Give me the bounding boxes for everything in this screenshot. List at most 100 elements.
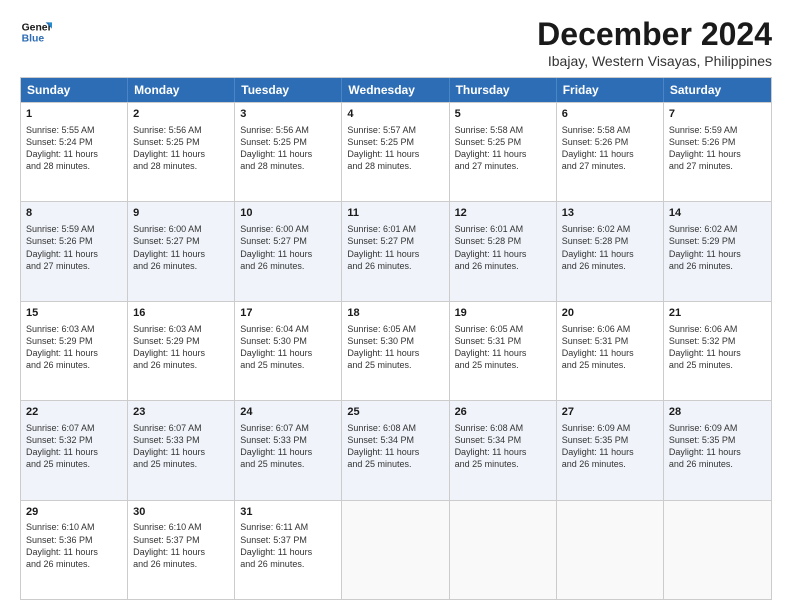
day-details: Sunrise: 6:09 AM Sunset: 5:35 PM Dayligh… [562,423,634,469]
day-number: 10 [240,206,336,221]
calendar-cell: 19Sunrise: 6:05 AM Sunset: 5:31 PM Dayli… [450,302,557,400]
calendar-cell: 30 Sunrise: 6:10 AM Sunset: 5:37 PM Dayli… [128,501,235,599]
day-details: Sunrise: 6:10 AM Sunset: 5:37 PM Dayligh… [133,522,205,568]
title-block: December 2024 Ibajay, Western Visayas, P… [537,16,772,69]
header: General Blue December 2024 Ibajay, Weste… [20,16,772,69]
day-details: Sunrise: 6:02 AM Sunset: 5:28 PM Dayligh… [562,224,634,270]
calendar-week-3: 15 Sunrise: 6:03 AM Sunset: 5:29 PM Dayli… [21,301,771,400]
day-number: 22 [26,405,122,420]
day-details: Sunrise: 5:59 AM Sunset: 5:26 PM Dayligh… [26,224,98,270]
subtitle: Ibajay, Western Visayas, Philippines [537,53,772,69]
calendar-cell: 14Sunrise: 6:02 AM Sunset: 5:29 PM Dayli… [664,202,771,300]
day-number: 24 [240,405,336,420]
day-details: Sunrise: 6:08 AM Sunset: 5:34 PM Dayligh… [455,423,527,469]
svg-text:Blue: Blue [22,34,45,45]
calendar-week-4: 22 Sunrise: 6:07 AM Sunset: 5:32 PM Dayli… [21,400,771,499]
day-details: Sunrise: 6:06 AM Sunset: 5:31 PM Dayligh… [562,324,634,370]
calendar-cell: 23 Sunrise: 6:07 AM Sunset: 5:33 PM Dayli… [128,401,235,499]
day-details: Sunrise: 6:00 AM Sunset: 5:27 PM Dayligh… [240,224,312,270]
day-details: Sunrise: 6:03 AM Sunset: 5:29 PM Dayligh… [26,324,98,370]
day-number: 27 [562,405,658,420]
day-number: 15 [26,306,122,321]
page: General Blue December 2024 Ibajay, Weste… [0,0,792,612]
calendar-cell: 9 Sunrise: 6:00 AM Sunset: 5:27 PM Daylig… [128,202,235,300]
day-details: Sunrise: 6:11 AM Sunset: 5:37 PM Dayligh… [240,522,312,568]
day-details: Sunrise: 6:07 AM Sunset: 5:33 PM Dayligh… [133,423,205,469]
day-details: Sunrise: 6:04 AM Sunset: 5:30 PM Dayligh… [240,324,312,370]
day-number: 23 [133,405,229,420]
day-number: 31 [240,505,336,520]
day-details: Sunrise: 6:01 AM Sunset: 5:27 PM Dayligh… [347,224,419,270]
calendar: SundayMondayTuesdayWednesdayThursdayFrid… [20,77,772,600]
calendar-week-5: 29 Sunrise: 6:10 AM Sunset: 5:36 PM Dayli… [21,500,771,599]
day-details: Sunrise: 6:10 AM Sunset: 5:36 PM Dayligh… [26,522,98,568]
main-title: December 2024 [537,16,772,53]
day-details: Sunrise: 6:06 AM Sunset: 5:32 PM Dayligh… [669,324,741,370]
header-day-friday: Friday [557,78,664,102]
day-number: 4 [347,107,443,122]
calendar-cell [450,501,557,599]
day-number: 11 [347,206,443,221]
calendar-cell: 6Sunrise: 5:58 AM Sunset: 5:26 PM Daylig… [557,103,664,201]
day-details: Sunrise: 6:03 AM Sunset: 5:29 PM Dayligh… [133,324,205,370]
calendar-cell: 21 Sunrise: 6:06 AM Sunset: 5:32 PM Dayli… [664,302,771,400]
calendar-cell: 16Sunrise: 6:03 AM Sunset: 5:29 PM Dayli… [128,302,235,400]
day-number: 29 [26,505,122,520]
calendar-cell: 31 Sunrise: 6:11 AM Sunset: 5:37 PM Dayli… [235,501,342,599]
calendar-cell: 17 Sunrise: 6:04 AM Sunset: 5:30 PM Dayli… [235,302,342,400]
calendar-cell [664,501,771,599]
day-number: 7 [669,107,766,122]
day-number: 14 [669,206,766,221]
general-blue-icon: General Blue [20,16,52,48]
day-details: Sunrise: 5:57 AM Sunset: 5:25 PM Dayligh… [347,125,419,171]
calendar-cell: 28 Sunrise: 6:09 AM Sunset: 5:35 PM Dayli… [664,401,771,499]
day-details: Sunrise: 6:07 AM Sunset: 5:32 PM Dayligh… [26,423,98,469]
calendar-cell: 15 Sunrise: 6:03 AM Sunset: 5:29 PM Dayli… [21,302,128,400]
day-details: Sunrise: 6:09 AM Sunset: 5:35 PM Dayligh… [669,423,741,469]
day-number: 21 [669,306,766,321]
day-number: 9 [133,206,229,221]
header-day-thursday: Thursday [450,78,557,102]
day-details: Sunrise: 6:00 AM Sunset: 5:27 PM Dayligh… [133,224,205,270]
day-details: Sunrise: 6:05 AM Sunset: 5:31 PM Dayligh… [455,324,527,370]
header-day-wednesday: Wednesday [342,78,449,102]
day-number: 5 [455,107,551,122]
day-details: Sunrise: 5:59 AM Sunset: 5:26 PM Dayligh… [669,125,741,171]
calendar-cell: 25Sunrise: 6:08 AM Sunset: 5:34 PM Dayli… [342,401,449,499]
day-details: Sunrise: 5:58 AM Sunset: 5:25 PM Dayligh… [455,125,527,171]
header-day-tuesday: Tuesday [235,78,342,102]
calendar-cell: 4 Sunrise: 5:57 AM Sunset: 5:25 PM Daylig… [342,103,449,201]
day-number: 6 [562,107,658,122]
header-day-saturday: Saturday [664,78,771,102]
day-details: Sunrise: 5:56 AM Sunset: 5:25 PM Dayligh… [133,125,205,171]
calendar-cell: 1Sunrise: 5:55 AM Sunset: 5:24 PM Daylig… [21,103,128,201]
day-number: 28 [669,405,766,420]
calendar-body: 1Sunrise: 5:55 AM Sunset: 5:24 PM Daylig… [21,102,771,599]
calendar-cell: 11 Sunrise: 6:01 AM Sunset: 5:27 PM Dayli… [342,202,449,300]
calendar-cell: 3Sunrise: 5:56 AM Sunset: 5:25 PM Daylig… [235,103,342,201]
day-number: 26 [455,405,551,420]
day-number: 18 [347,306,443,321]
day-number: 2 [133,107,229,122]
day-details: Sunrise: 6:05 AM Sunset: 5:30 PM Dayligh… [347,324,419,370]
calendar-week-1: 1Sunrise: 5:55 AM Sunset: 5:24 PM Daylig… [21,102,771,201]
calendar-cell: 29 Sunrise: 6:10 AM Sunset: 5:36 PM Dayli… [21,501,128,599]
day-details: Sunrise: 5:56 AM Sunset: 5:25 PM Dayligh… [240,125,312,171]
calendar-cell: 8Sunrise: 5:59 AM Sunset: 5:26 PM Daylig… [21,202,128,300]
calendar-cell: 24Sunrise: 6:07 AM Sunset: 5:33 PM Dayli… [235,401,342,499]
calendar-cell: 22 Sunrise: 6:07 AM Sunset: 5:32 PM Dayli… [21,401,128,499]
calendar-cell: 5 Sunrise: 5:58 AM Sunset: 5:25 PM Daylig… [450,103,557,201]
header-day-monday: Monday [128,78,235,102]
logo: General Blue [20,16,52,48]
calendar-header: SundayMondayTuesdayWednesdayThursdayFrid… [21,78,771,102]
calendar-cell: 18 Sunrise: 6:05 AM Sunset: 5:30 PM Dayli… [342,302,449,400]
calendar-cell: 20 Sunrise: 6:06 AM Sunset: 5:31 PM Dayli… [557,302,664,400]
day-number: 30 [133,505,229,520]
day-number: 20 [562,306,658,321]
day-number: 12 [455,206,551,221]
calendar-cell: 2 Sunrise: 5:56 AM Sunset: 5:25 PM Daylig… [128,103,235,201]
calendar-cell [557,501,664,599]
calendar-cell [342,501,449,599]
header-day-sunday: Sunday [21,78,128,102]
day-number: 17 [240,306,336,321]
